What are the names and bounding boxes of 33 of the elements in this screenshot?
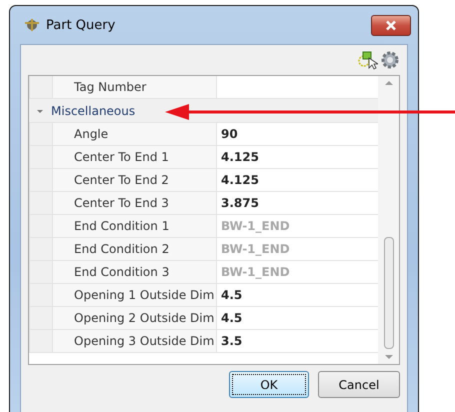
property-label: Opening 3 Outside Dim [29,330,217,352]
property-label: End Condition 2 [29,238,217,260]
category-row[interactable]: Miscellaneous [29,99,378,123]
scrollbar[interactable] [378,76,399,364]
close-icon [385,20,397,30]
window-title: Part Query [46,18,116,32]
scroll-thumb[interactable] [384,237,394,349]
caret-icon[interactable] [36,108,44,114]
property-label: Angle [29,123,217,145]
category-label: Miscellaneous [51,104,136,118]
settings-icon[interactable] [380,50,400,70]
property-label: Center To End 3 [29,192,217,214]
property-label: Center To End 1 [29,146,217,168]
scroll-up-icon[interactable] [384,80,392,85]
property-value[interactable]: 90 [217,123,378,145]
property-value[interactable]: 4.5 [217,284,378,306]
property-value[interactable]: 3.875 [217,192,378,214]
property-value[interactable]: 3.5 [217,330,378,352]
cancel-button[interactable]: Cancel [318,371,400,398]
ok-button[interactable]: OK [229,371,309,398]
property-value[interactable]: 4.5 [217,307,378,329]
property-label: Center To End 2 [29,169,217,191]
close-button[interactable] [371,14,411,36]
property-label: End Condition 1 [29,215,217,237]
scroll-down-icon[interactable] [384,355,392,360]
select-cursor-icon[interactable] [358,50,378,70]
property-value[interactable]: 4.125 [217,146,378,168]
property-label: Opening 1 Outside Dim [29,284,217,306]
property-label: End Condition 3 [29,261,217,283]
property-value[interactable]: 4.125 [217,169,378,191]
property-label: Opening 2 Outside Dim [29,307,217,329]
property-label: Tag Number [29,76,217,98]
part-icon [24,18,40,32]
